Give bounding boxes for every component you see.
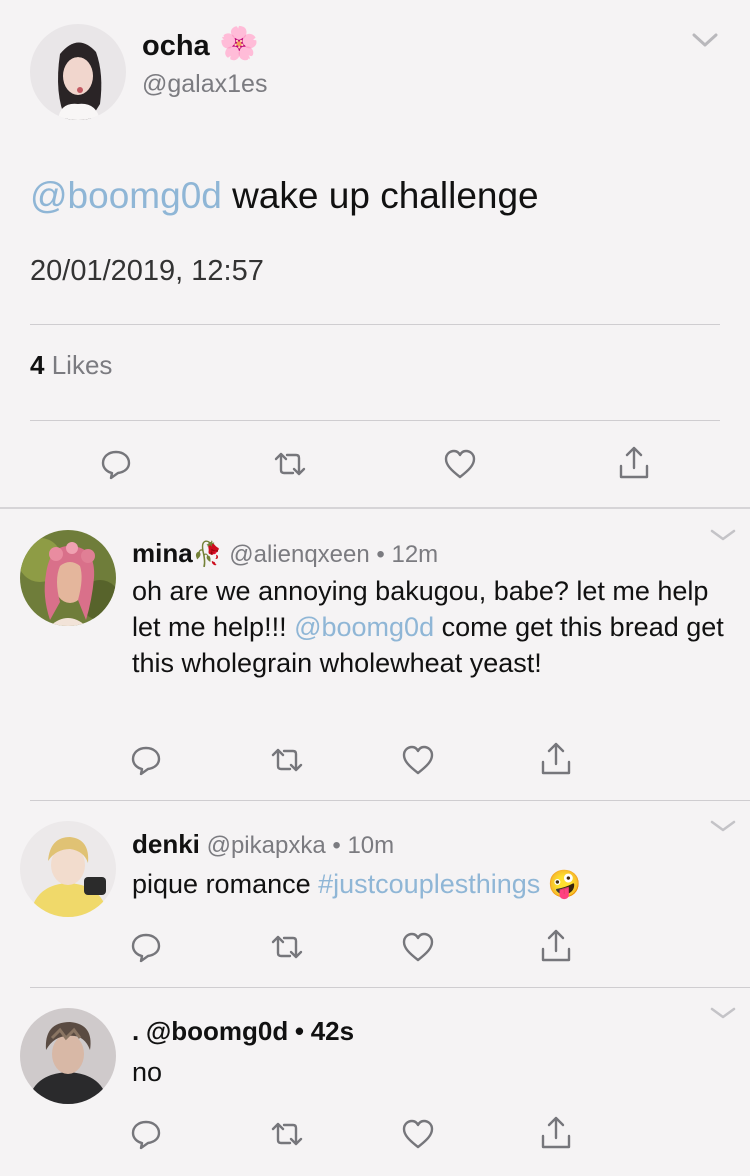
chevron-down-icon[interactable]	[710, 819, 736, 833]
chevron-down-icon[interactable]	[710, 1006, 736, 1020]
likes-count[interactable]: 4 Likes	[30, 350, 112, 381]
reply-header: . @boomg0d • 42s	[132, 1016, 354, 1047]
likes-number: 4	[30, 350, 45, 380]
display-name[interactable]: .	[132, 1016, 139, 1046]
share-icon[interactable]	[538, 927, 576, 963]
chevron-down-icon[interactable]	[692, 32, 718, 47]
like-icon[interactable]	[400, 929, 438, 965]
like-icon[interactable]	[400, 742, 438, 778]
divider	[0, 507, 750, 509]
tweet-text: @boomg0d wake up challenge	[30, 175, 539, 217]
user-handle[interactable]: @alienqxeen	[229, 541, 369, 568]
reply-text-part: pique romance	[132, 869, 319, 899]
reply-tweet[interactable]: . @boomg0d • 42s no	[0, 988, 750, 1176]
avatar[interactable]	[20, 530, 116, 626]
reply-icon[interactable]	[128, 1116, 166, 1152]
share-icon[interactable]	[538, 740, 576, 776]
display-name[interactable]: mina	[132, 538, 193, 568]
reply-icon[interactable]	[128, 929, 166, 965]
mention-link[interactable]: @boomg0d	[294, 612, 434, 642]
reply-tweet[interactable]: mina🥀 @alienqxeen • 12m oh are we annoyi…	[0, 510, 750, 800]
zany-face-emoji: 🤪	[547, 869, 582, 899]
like-icon[interactable]	[442, 446, 480, 482]
separator-dot: •	[294, 1016, 305, 1046]
display-name[interactable]: ocha	[142, 30, 210, 63]
retweet-icon[interactable]	[268, 929, 306, 965]
main-tweet: ocha 🌸 @galax1es @boomg0d wake up challe…	[0, 0, 750, 508]
avatar[interactable]	[20, 1008, 116, 1104]
share-icon[interactable]	[538, 1114, 576, 1150]
tweet-text-body: wake up challenge	[221, 175, 539, 216]
flower-emoji: 🌸	[219, 25, 259, 61]
chevron-down-icon[interactable]	[710, 528, 736, 542]
wilted-rose-emoji: 🥀	[192, 541, 223, 568]
display-name[interactable]: denki	[132, 829, 200, 859]
reply-icon[interactable]	[128, 742, 166, 778]
relative-time: 12m	[391, 541, 439, 568]
share-icon[interactable]	[616, 444, 654, 480]
timestamp: 20/01/2019, 12:57	[30, 255, 264, 287]
user-handle[interactable]: @galax1es	[142, 70, 267, 99]
reply-icon[interactable]	[98, 446, 136, 482]
reply-header: mina🥀 @alienqxeen • 12m	[132, 538, 438, 569]
reply-text: pique romance #justcouplesthings 🤪	[132, 866, 732, 902]
divider	[30, 324, 720, 325]
relative-time: 10m	[347, 832, 395, 859]
reply-tweet[interactable]: denki @pikapxka • 10m pique romance #jus…	[0, 801, 750, 987]
like-icon[interactable]	[400, 1116, 438, 1152]
retweet-icon[interactable]	[268, 742, 306, 778]
mention-link[interactable]: @boomg0d	[30, 175, 222, 216]
likes-label: Likes	[51, 350, 113, 380]
avatar[interactable]	[30, 24, 126, 120]
reply-text: oh are we annoying bakugou, babe? let me…	[132, 573, 732, 681]
retweet-icon[interactable]	[271, 446, 309, 482]
retweet-icon[interactable]	[268, 1116, 306, 1152]
separator-dot: •	[332, 832, 341, 859]
relative-time: 42s	[310, 1016, 355, 1046]
avatar[interactable]	[20, 821, 116, 917]
reply-header: denki @pikapxka • 10m	[132, 829, 394, 860]
reply-text: no	[132, 1057, 163, 1087]
divider	[30, 420, 720, 421]
user-handle[interactable]: @pikapxka	[207, 832, 326, 859]
hashtag-link[interactable]: #justcouplesthings	[318, 869, 540, 899]
user-handle[interactable]: @boomg0d	[146, 1016, 288, 1046]
separator-dot: •	[376, 541, 385, 568]
